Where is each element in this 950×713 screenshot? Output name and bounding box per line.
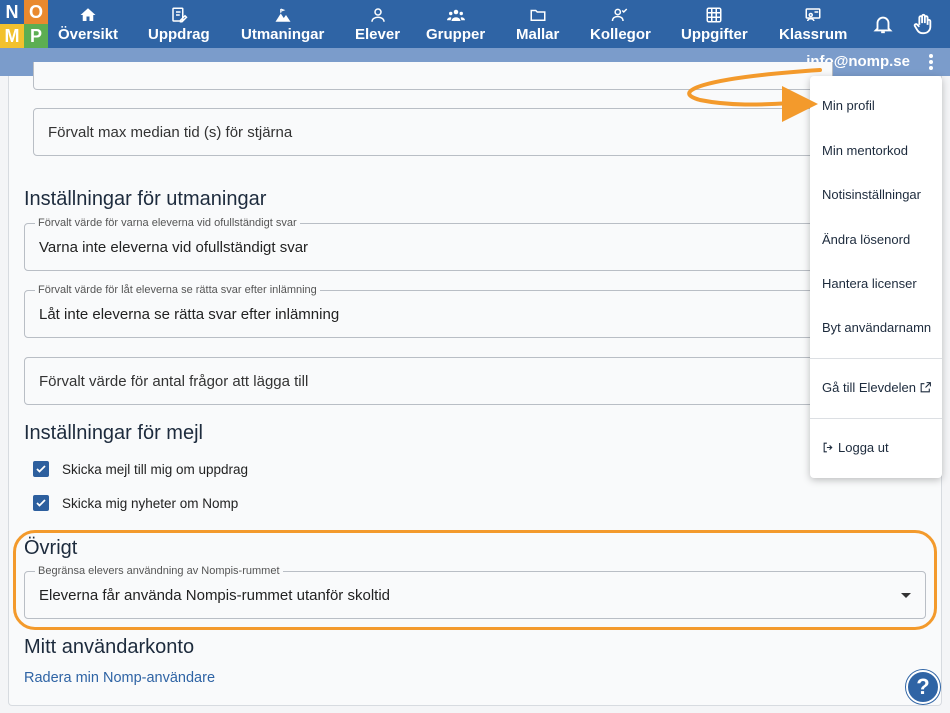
top-navigation: N O M P Översikt Uppdrag Utmaningar Elev… [0, 0, 950, 48]
menu-item-label: Ändra lösenord [822, 232, 911, 247]
star-median-time-field[interactable]: Förvalt max median tid (s) för stjärna [33, 108, 833, 156]
menu-item-logga-ut[interactable]: Logga ut [822, 440, 889, 455]
logo-letter-n: N [0, 0, 24, 24]
email-news-label: Skicka mig nyheter om Nomp [62, 495, 239, 511]
nav-item-label: Översikt [58, 26, 119, 43]
nav-item-label: Grupper [426, 26, 486, 43]
home-icon [80, 8, 96, 21]
highlight-annotation [13, 530, 937, 630]
question-count-placeholder: Förvalt värde för antal frågor att lägga… [39, 373, 309, 390]
nav-item-label: Uppgifter [681, 26, 748, 43]
menu-item-label: Gå till Elevdelen [822, 380, 916, 395]
checkbox-checked-icon[interactable] [33, 461, 49, 477]
nav-item-kollegor[interactable]: Kollegor [590, 0, 651, 48]
external-link-icon [920, 382, 931, 393]
star-median-time-placeholder: Förvalt max median tid (s) för stjärna [48, 124, 293, 141]
logo-letter-m: M [0, 24, 24, 48]
nav-item-label: Elever [355, 26, 401, 43]
mountain-icon [275, 8, 291, 22]
show-correct-answers-select[interactable]: Förvalt värde för låt eleverna se rätta … [24, 284, 814, 338]
email-assignments-label: Skicka mejl till mig om uppdrag [62, 461, 249, 477]
nomp-logo[interactable]: N O M P [0, 0, 48, 48]
menu-divider [810, 418, 942, 419]
user-menu: Min profil Min mentorkod Notisinställnin… [810, 76, 942, 478]
nav-item-utmaningar[interactable]: Utmaningar [241, 0, 324, 48]
folder-icon [530, 9, 546, 21]
warn-incomplete-value: Varna inte eleverna vid ofullständigt sv… [39, 239, 309, 256]
menu-item-notisinstallningar[interactable]: Notisinställningar [822, 187, 921, 202]
menu-item-andra-losenord[interactable]: Ändra lösenord [822, 232, 910, 247]
nav-item-label: Klassrum [779, 26, 848, 43]
email-news-checkbox-row[interactable]: Skicka mig nyheter om Nomp [33, 495, 238, 511]
nav-item-grupper[interactable]: Grupper [426, 0, 485, 48]
show-correct-answers-legend: Förvalt värde för låt eleverna se rätta … [35, 284, 320, 296]
nav-item-label: Kollegor [590, 26, 651, 43]
nav-item-oversikt[interactable]: Översikt [58, 0, 118, 48]
menu-item-hantera-licenser[interactable]: Hantera licenser [822, 276, 917, 291]
menu-divider [810, 358, 942, 359]
grid-icon [706, 7, 722, 23]
menu-item-byt-anvandarnamn[interactable]: Byt användarnamn [822, 320, 931, 335]
edit-icon [172, 7, 188, 23]
nav-item-uppgifter[interactable]: Uppgifter [681, 0, 748, 48]
nav-item-uppdrag[interactable]: Uppdrag [148, 0, 210, 48]
question-mark-icon: ? [916, 674, 930, 699]
group-icon [446, 9, 465, 21]
nav-item-mallar[interactable]: Mallar [516, 0, 559, 48]
challenges-section-title: Inställningar för utmaningar [24, 188, 267, 210]
logo-letter-o: O [24, 0, 48, 24]
warn-incomplete-legend: Förvalt värde för varna eleverna vid ofu… [35, 217, 300, 229]
menu-item-label: Min profil [822, 98, 875, 113]
hand-icon[interactable] [912, 13, 934, 35]
menu-item-ga-till-elevdelen[interactable]: Gå till Elevdelen [822, 380, 932, 395]
person-icon [370, 8, 385, 22]
more-options-icon[interactable] [928, 54, 934, 70]
nav-item-label: Utmaningar [241, 26, 325, 43]
logo-letter-p: P [24, 24, 48, 48]
show-correct-answers-value: Låt inte eleverna se rätta svar efter in… [39, 306, 340, 323]
menu-item-label: Min mentorkod [822, 143, 908, 158]
question-count-field[interactable]: Förvalt värde för antal frågor att lägga… [24, 357, 814, 405]
account-section-title: Mitt användarkonto [24, 636, 195, 658]
nav-item-klassrum[interactable]: Klassrum [779, 0, 847, 48]
menu-item-label: Byt användarnamn [822, 320, 932, 335]
menu-item-min-mentorkod[interactable]: Min mentorkod [822, 143, 908, 158]
nav-item-label: Mallar [516, 26, 560, 43]
checkbox-checked-icon[interactable] [33, 495, 49, 511]
delete-user-link[interactable]: Radera min Nomp-användare [24, 670, 215, 686]
logout-icon [823, 442, 833, 453]
menu-item-label: Notisinställningar [822, 187, 921, 202]
email-section-title: Inställningar för mejl [24, 422, 203, 444]
menu-item-label: Hantera licenser [822, 276, 917, 291]
classroom-icon [805, 8, 821, 22]
bell-icon[interactable] [872, 13, 894, 35]
warn-incomplete-select[interactable]: Förvalt värde för varna eleverna vid ofu… [24, 217, 814, 271]
nav-item-elever[interactable]: Elever [355, 0, 400, 48]
menu-item-label: Logga ut [838, 440, 889, 455]
cut-off-field[interactable] [33, 62, 833, 90]
help-button[interactable]: ? [906, 670, 940, 704]
menu-item-min-profil[interactable]: Min profil [822, 98, 875, 113]
email-assignments-checkbox-row[interactable]: Skicka mejl till mig om uppdrag [33, 461, 248, 477]
nav-item-label: Uppdrag [148, 26, 210, 43]
colleagues-icon [612, 8, 628, 22]
